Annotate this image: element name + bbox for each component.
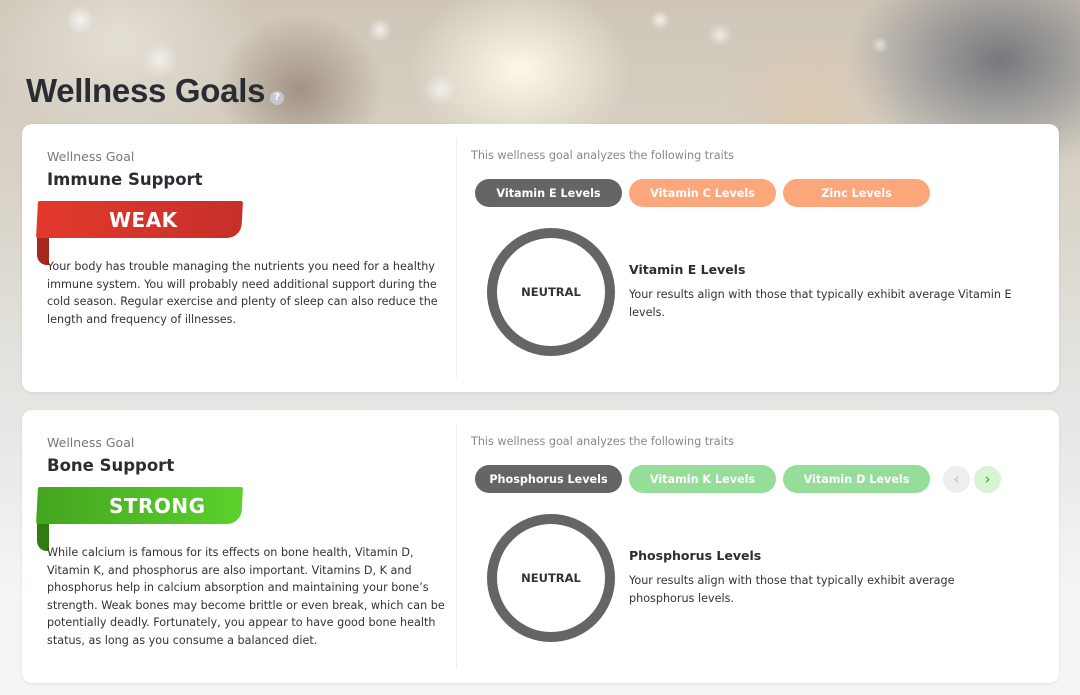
column-divider — [456, 424, 457, 669]
goal-description: Your body has trouble managing the nutri… — [47, 260, 438, 326]
trait-tab-vitamin-c[interactable]: Vitamin C Levels — [629, 179, 776, 207]
trait-tab-vitamin-e[interactable]: Vitamin E Levels — [475, 179, 622, 207]
rating-ribbon: WEAK — [36, 201, 243, 238]
rating-label: STRONG — [109, 493, 206, 518]
rating-ribbon: STRONG — [36, 487, 243, 524]
trait-tabs: Phosphorus Levels Vitamin K Levels Vitam… — [475, 465, 1001, 493]
trait-carousel-nav: ‹ › — [943, 465, 1001, 493]
result-status-ring: NEUTRAL — [487, 514, 615, 642]
result-title: Vitamin E Levels — [629, 262, 746, 277]
goal-kicker: Wellness Goal — [47, 435, 135, 450]
question-circle-icon[interactable]: ? — [270, 91, 284, 105]
rating-label: WEAK — [109, 207, 178, 232]
chevron-left-icon[interactable]: ‹ — [943, 465, 970, 493]
result-status-ring: NEUTRAL — [487, 228, 615, 356]
traits-label: This wellness goal analyzes the followin… — [471, 149, 734, 162]
trait-tab-zinc[interactable]: Zinc Levels — [783, 179, 930, 207]
result-status: NEUTRAL — [521, 285, 581, 299]
goal-name: Bone Support — [47, 456, 175, 475]
wellness-goal-card-immune-support: Wellness Goal Immune Support WEAK Your b… — [22, 124, 1059, 392]
traits-label: This wellness goal analyzes the followin… — [471, 435, 734, 448]
result-description: Your results align with those that typic… — [629, 574, 955, 605]
trait-tab-vitamin-k[interactable]: Vitamin K Levels — [629, 465, 776, 493]
trait-tabs: Vitamin E Levels Vitamin C Levels Zinc L… — [475, 179, 930, 207]
trait-tab-phosphorus[interactable]: Phosphorus Levels — [475, 465, 622, 493]
chevron-right-icon[interactable]: › — [974, 465, 1001, 493]
result-status: NEUTRAL — [521, 571, 581, 585]
result-description: Your results align with those that typic… — [629, 288, 1012, 319]
wellness-goal-card-bone-support: Wellness Goal Bone Support STRONG While … — [22, 410, 1059, 683]
goal-kicker: Wellness Goal — [47, 149, 135, 164]
page-title: Wellness Goals — [26, 72, 266, 109]
column-divider — [456, 138, 457, 378]
trait-tab-vitamin-d[interactable]: Vitamin D Levels — [783, 465, 930, 493]
goal-description: While calcium is famous for its effects … — [47, 546, 445, 647]
result-title: Phosphorus Levels — [629, 548, 762, 563]
goal-name: Immune Support — [47, 170, 203, 189]
